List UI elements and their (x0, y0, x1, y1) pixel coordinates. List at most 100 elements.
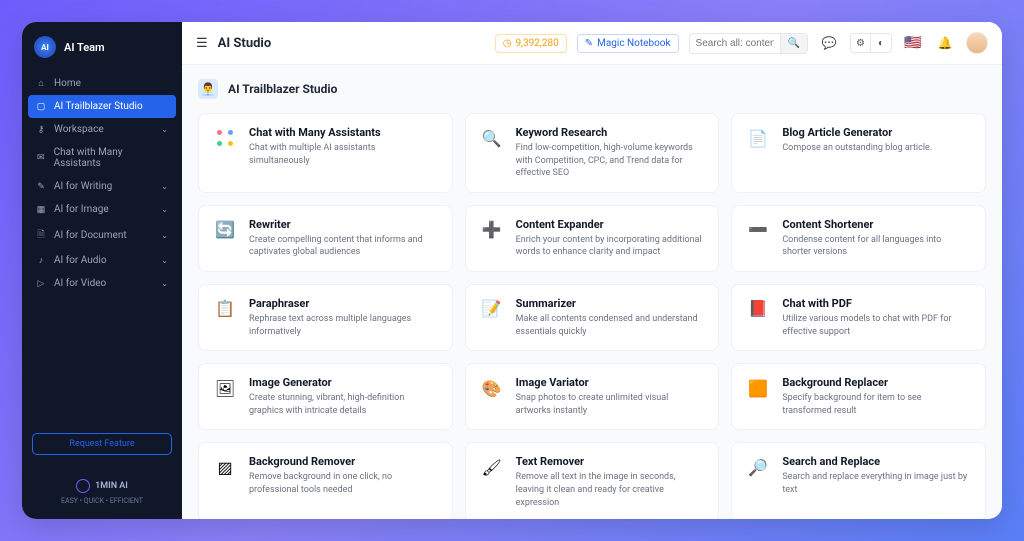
card-title: Chat with Many Assistants (249, 126, 438, 139)
footer-tagline: EASY • QUICK • EFFICIENT (22, 497, 182, 505)
card-grid: Chat with Many Assistants Chat with multi… (198, 113, 986, 519)
bell-icon[interactable]: 🔔 (934, 32, 956, 54)
card-background-remover[interactable]: ▨ Background Remover Remove background in … (198, 442, 453, 519)
card-paraphraser[interactable]: 📋ParaphraserRephrase text across multipl… (198, 284, 453, 351)
card-desc: Find low-competition, high-volume keywor… (516, 142, 705, 180)
nav-label: AI for Writing (54, 181, 112, 192)
main-area: ☰ AI Studio ◷ 9,392,280 ✎ Magic Notebook… (182, 22, 1002, 519)
card-title: Search and Replace (782, 455, 971, 468)
card-desc: Chat with multiple AI assistants simulta… (249, 142, 438, 167)
sidebar-item-ai-for-video[interactable]: ▷AI for Video⌄ (28, 272, 176, 295)
card-background-replacer[interactable]: 🟧Background ReplacerSpecify background f… (731, 363, 986, 430)
card-icon: 🖼 (213, 376, 237, 400)
section-header: 👨‍💼 AI Trailblazer Studio (198, 79, 986, 99)
settings-group: ⚙ ◐ (850, 33, 892, 53)
flag-us-icon[interactable]: 🇺🇸 (902, 32, 924, 54)
card-search-and-replace[interactable]: 🔎 Search and Replace Search and replace ev… (731, 442, 986, 519)
request-feature-button[interactable]: Request Feature (32, 433, 172, 455)
section-icon: 👨‍💼 (198, 79, 218, 99)
nav-icon: ✎ (36, 182, 46, 192)
sidebar-item-ai-for-writing[interactable]: ✎ AI for Writing ⌄ (28, 175, 176, 198)
card-desc: Utilize various models to chat with PDF … (782, 313, 971, 338)
credits-badge[interactable]: ◷ 9,392,280 (495, 34, 567, 53)
nav-label: AI Trailblazer Studio (54, 101, 143, 112)
card-blog-article-generator[interactable]: 📄Blog Article GeneratorCompose an outsta… (731, 113, 986, 193)
card-rewriter[interactable]: 🔄 Rewriter Create compelling content that … (198, 205, 453, 272)
card-icon: 📕 (746, 297, 770, 321)
search-button[interactable]: 🔍 (780, 34, 807, 53)
sidebar-item-ai-for-image[interactable]: ▦AI for Image⌄ (28, 198, 176, 221)
theme-icon[interactable]: ◐ (871, 34, 891, 52)
nav-label: Chat with Many Assistants (54, 147, 168, 169)
section-title: AI Trailblazer Studio (228, 82, 337, 96)
card-desc: Remove background in one click, no profe… (249, 471, 438, 496)
nav-label: Workspace (54, 124, 104, 135)
nav-label: AI for Audio (54, 255, 107, 266)
card-icon: 🟧 (746, 376, 770, 400)
sidebar-item-ai-for-document[interactable]: 🗎AI for Document⌄ (28, 221, 176, 249)
avatar[interactable] (966, 32, 988, 54)
card-keyword-research[interactable]: 🔍 Keyword Research Find low-competition, h… (465, 113, 720, 193)
card-chat-with-pdf[interactable]: 📕 Chat with PDF Utilize various models to … (731, 284, 986, 351)
search-input[interactable] (690, 34, 780, 53)
brand-logo-icon: AI (34, 36, 56, 58)
card-desc: Remove all text in the image in seconds,… (516, 471, 705, 509)
sidebar-item-workspace[interactable]: ⚷ Workspace ⌄ (28, 118, 176, 141)
card-title: Summarizer (516, 297, 705, 310)
card-desc: Create stunning, vibrant, high-definitio… (249, 392, 438, 417)
sparkle-icon: ✎ (585, 38, 593, 49)
card-summarizer[interactable]: 📝SummarizerMake all contents condensed a… (465, 284, 720, 351)
card-icon: ▨ (213, 455, 237, 479)
card-title: Background Replacer (782, 376, 971, 389)
card-title: Background Remover (249, 455, 438, 468)
chevron-down-icon: ⌄ (161, 182, 168, 191)
card-desc: Search and replace everything in image j… (782, 471, 971, 496)
card-content-expander[interactable]: ➕Content ExpanderEnrich your content by … (465, 205, 720, 272)
card-icon: 🎨 (480, 376, 504, 400)
card-title: Image Generator (249, 376, 438, 389)
nav-icon: ▢ (36, 102, 46, 112)
footer-brain-icon (76, 479, 90, 493)
card-chat-with-many-assistants[interactable]: Chat with Many Assistants Chat with multi… (198, 113, 453, 193)
sidebar-item-chat-with-many-assistants[interactable]: ✉ Chat with Many Assistants (28, 141, 176, 175)
gear-icon[interactable]: ⚙ (851, 34, 871, 52)
card-image-generator[interactable]: 🖼 Image Generator Create stunning, vibrant… (198, 363, 453, 430)
sidebar-item-ai-trailblazer-studio[interactable]: ▢ AI Trailblazer Studio (28, 95, 176, 118)
magic-notebook-button[interactable]: ✎ Magic Notebook (577, 34, 679, 53)
nav-icon: ⚷ (36, 125, 46, 135)
card-desc: Compose an outstanding blog article. (782, 142, 932, 155)
nav-label: AI for Document (54, 230, 127, 241)
footer-brand: 1MIN AI (95, 481, 128, 491)
card-icon: 🔄 (213, 218, 237, 242)
nav-icon: 🗎 (36, 227, 46, 243)
card-content-shortener[interactable]: ➖Content ShortenerCondense content for a… (731, 205, 986, 272)
card-icon: 🔎 (746, 455, 770, 479)
magic-notebook-label: Magic Notebook (597, 38, 670, 49)
card-text-remover[interactable]: 🖌Text RemoverRemove all text in the imag… (465, 442, 720, 519)
card-icon: 📋 (213, 297, 237, 321)
card-icon: 🔍 (480, 126, 504, 150)
nav-icon: ⌂ (36, 78, 46, 89)
chevron-down-icon: ⌄ (161, 256, 168, 265)
card-image-variator[interactable]: 🎨Image VariatorSnap photos to create unl… (465, 363, 720, 430)
nav-icon: ✉ (36, 153, 46, 163)
sidebar-footer: 1MIN AI EASY • QUICK • EFFICIENT (22, 469, 182, 519)
card-title: Paraphraser (249, 297, 438, 310)
chevron-down-icon: ⌄ (161, 279, 168, 288)
card-title: Chat with PDF (782, 297, 971, 310)
sidebar-item-home[interactable]: ⌂Home (28, 72, 176, 95)
card-title: Rewriter (249, 218, 438, 231)
chat-icon[interactable]: 💬 (818, 32, 840, 54)
card-desc: Enrich your content by incorporating add… (516, 234, 705, 259)
page-title: AI Studio (218, 36, 272, 51)
nav-icon: ▦ (36, 205, 46, 215)
card-title: Image Variator (516, 376, 705, 389)
sidebar-item-ai-for-audio[interactable]: ♪ AI for Audio ⌄ (28, 249, 176, 272)
card-desc: Create compelling content that informs a… (249, 234, 438, 259)
chevron-down-icon: ⌄ (161, 125, 168, 134)
hamburger-icon[interactable]: ☰ (196, 36, 208, 51)
clock-icon: ◷ (503, 38, 512, 49)
card-title: Keyword Research (516, 126, 705, 139)
nav-icon: ♪ (36, 255, 46, 266)
brand-name: AI Team (64, 41, 105, 54)
